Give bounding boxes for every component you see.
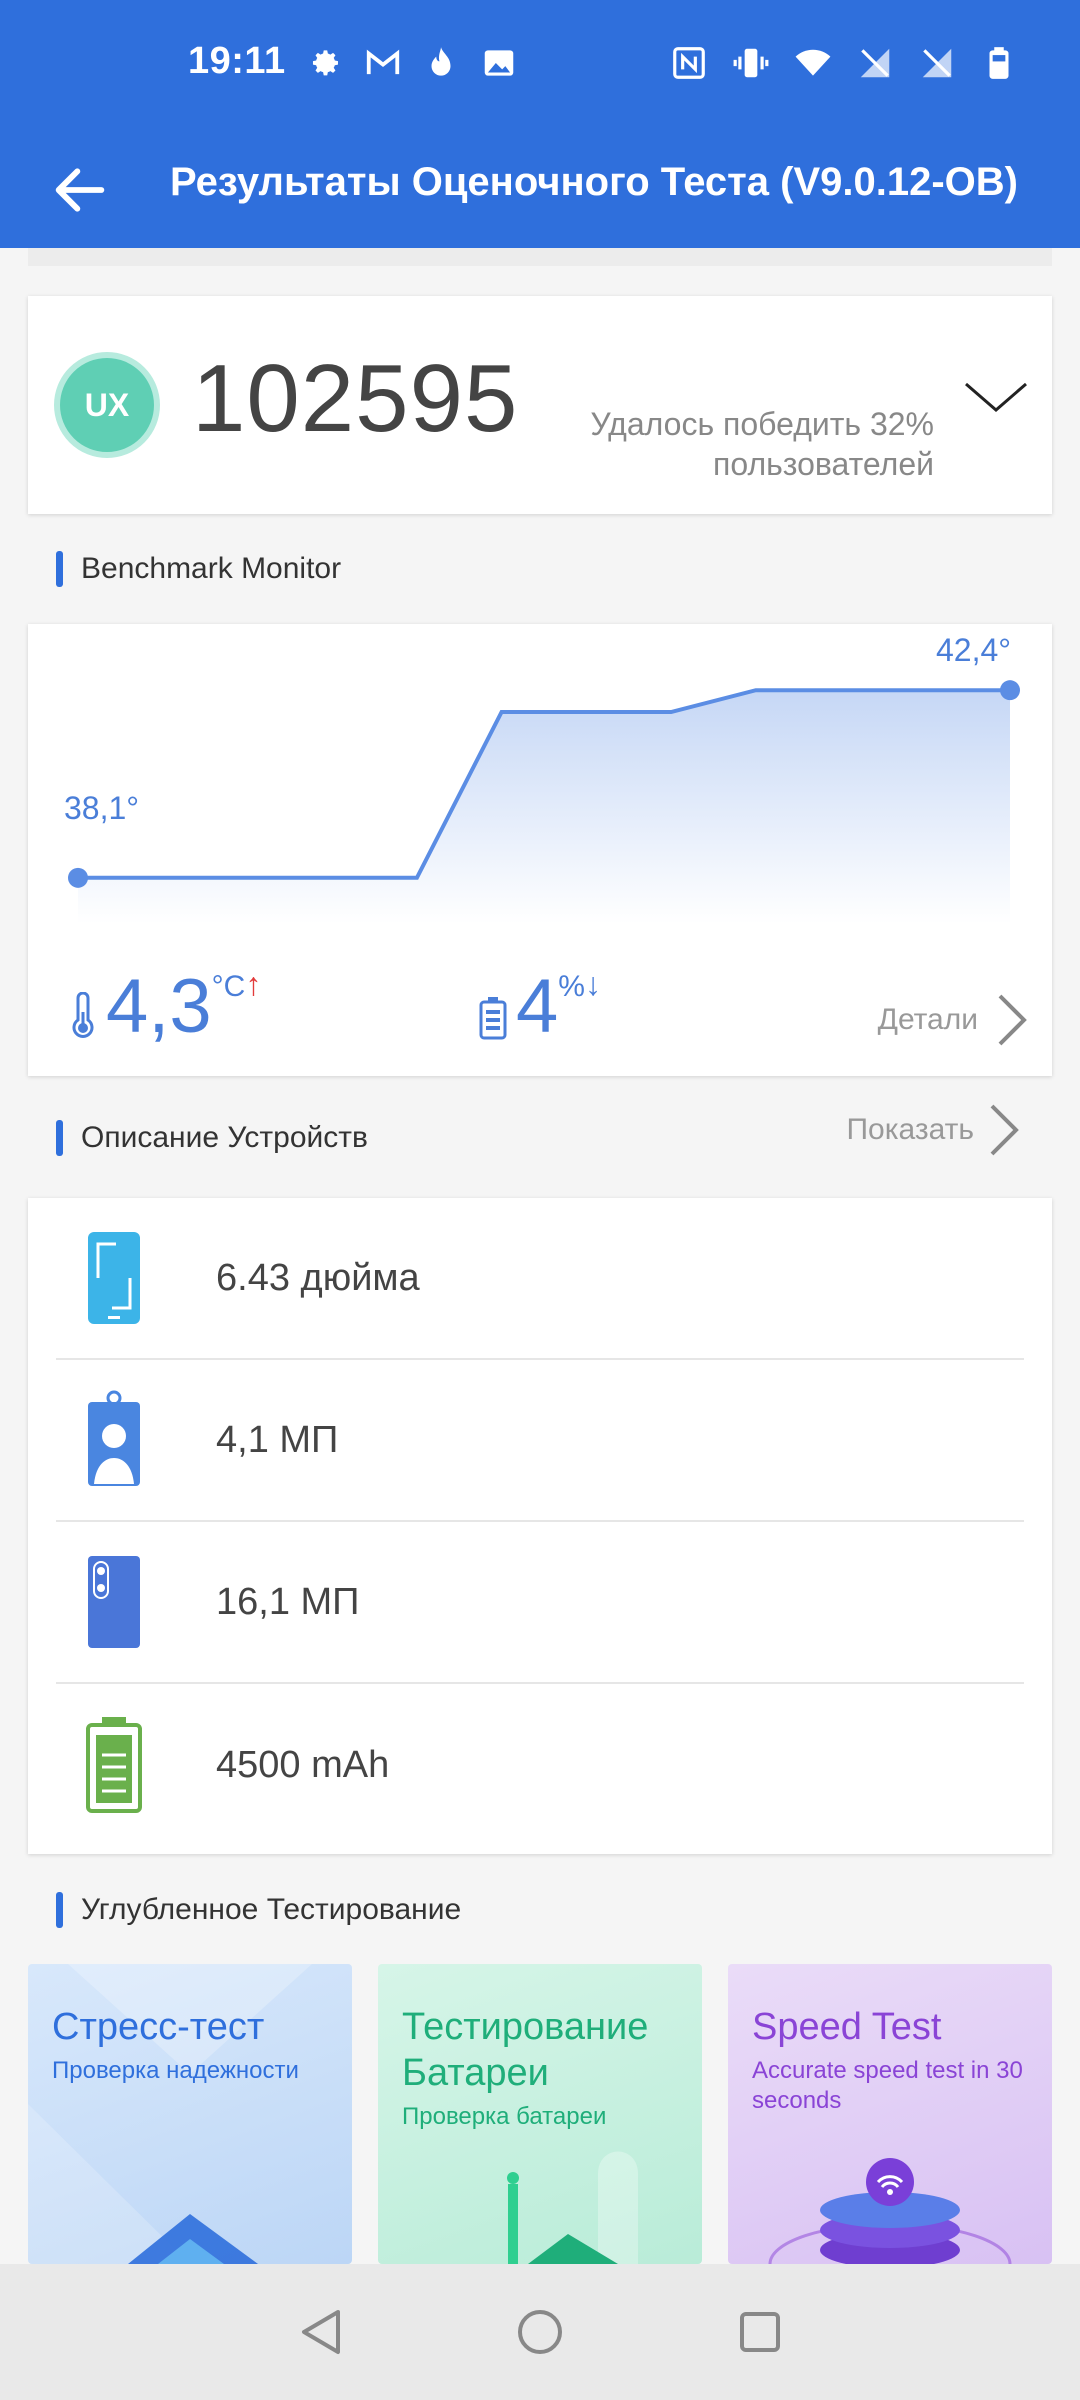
card-subtitle: Проверка надежности: [52, 2057, 299, 2084]
nfc-icon: [670, 44, 708, 82]
show-label: Показать: [846, 1113, 974, 1146]
spec-row-battery: 4500 mAh: [56, 1684, 1024, 1846]
settings-icon: [306, 44, 344, 82]
battery-icon: [980, 44, 1018, 82]
chevron-down-icon[interactable]: [962, 374, 1030, 422]
card-title: Стресс-тест: [52, 2006, 265, 2048]
nav-recents-icon[interactable]: [728, 2300, 792, 2364]
deep-testing-cards: Стресс-тест Проверка надежности Тестиров…: [28, 1964, 1052, 2264]
temp-unit: °C: [211, 970, 246, 1003]
ux-badge: UX: [54, 352, 160, 458]
device-spec-card: 6.43 дюйма 4,1 МП 16,1 МП 4500 mAh: [28, 1198, 1052, 1854]
gmail-icon: [364, 44, 402, 82]
rear-camera-icon: [84, 1552, 144, 1652]
spec-value: 4,1 МП: [216, 1418, 339, 1461]
app-bar: Результаты Оценочного Теста (V9.0.12-OB): [0, 140, 1080, 248]
temperature-start-point: [68, 867, 88, 888]
spec-value: 4500 mAh: [216, 1743, 390, 1786]
temperature-end-point: [1000, 680, 1020, 701]
arrow-down-icon: ↓: [584, 966, 601, 1002]
spec-row-rear-camera: 16,1 МП: [56, 1522, 1024, 1684]
deep-testing-header: Углубленное Тестирование: [56, 1890, 461, 1930]
phone-screen-icon: [84, 1228, 144, 1328]
image-icon: [480, 44, 518, 82]
back-arrow-icon[interactable]: [48, 158, 112, 222]
details-label: Детали: [877, 1003, 978, 1036]
no-signal-icon: [856, 44, 894, 82]
top-bar: 19:11 Результаты Оценочного Теста (V9.0.…: [0, 0, 1080, 248]
nav-back-icon[interactable]: [290, 2300, 354, 2364]
spec-value: 16,1 МП: [216, 1580, 360, 1623]
score-beat-text: Удалось победить 32% пользователей: [590, 406, 934, 482]
top-divider: [28, 248, 1052, 266]
battery-test-card[interactable]: Тестирование Батареи Проверка батареи: [378, 1964, 702, 2264]
show-device-link[interactable]: Показать: [846, 1104, 1024, 1156]
card-subtitle: Accurate speed test in 30 seconds: [752, 2057, 1023, 2114]
vibrate-icon: [732, 44, 770, 82]
section-marker: [56, 1892, 63, 1928]
status-right-icons: [670, 44, 1018, 82]
card-title: Speed Test: [752, 2006, 942, 2048]
temp-start-label: 38,1°: [64, 790, 140, 826]
temperature-area: [78, 690, 1010, 924]
status-left-icons: [306, 44, 518, 82]
section-marker: [56, 1120, 63, 1156]
details-link[interactable]: Детали: [878, 992, 1032, 1048]
status-time: 19:11: [188, 40, 286, 82]
section-marker: [56, 551, 63, 587]
battery-delta-value: 4: [516, 964, 559, 1049]
speed-test-card[interactable]: Speed Test Accurate speed test in 30 sec…: [728, 1964, 1052, 2264]
temp-delta-value: 4,3: [106, 964, 212, 1049]
front-camera-icon: [84, 1390, 144, 1490]
battery-stat: 4 % ↓: [478, 962, 601, 1052]
no-signal-icon: [918, 44, 956, 82]
temperature-chart: [68, 680, 1020, 924]
battery-level-icon: [479, 997, 507, 1040]
chevron-right-icon: [990, 1104, 1019, 1156]
temperature-stat: 4,3 °C ↑: [66, 962, 261, 1052]
benchmark-monitor-card: 38,1° 42,4° 4,3 °C ↑ 4 % ↓ Детали: [28, 624, 1052, 1076]
device-description-title: Описание Устройств: [81, 1121, 368, 1154]
page-title: Результаты Оценочного Теста (V9.0.12-OB): [170, 160, 1018, 204]
benchmark-monitor-header: Benchmark Monitor: [56, 549, 341, 589]
score-value: 102595: [192, 345, 519, 452]
device-description-header: Описание Устройств: [56, 1118, 368, 1158]
stress-test-card[interactable]: Стресс-тест Проверка надежности: [28, 1964, 352, 2264]
chevron-right-icon: [998, 994, 1027, 1046]
spec-value: 6.43 дюйма: [216, 1256, 420, 1299]
spec-row-screen: 6.43 дюйма: [56, 1198, 1024, 1360]
card-subtitle: Проверка батареи: [402, 2103, 607, 2130]
score-card[interactable]: UX 102595 Удалось победить 32% пользоват…: [28, 296, 1052, 514]
deep-testing-title: Углубленное Тестирование: [81, 1893, 462, 1926]
thermometer-icon: [72, 992, 94, 1038]
system-nav-bar: [0, 2264, 1080, 2400]
status-bar: 19:11: [0, 0, 1080, 130]
battery-capacity-icon: [84, 1715, 144, 1815]
benchmark-monitor-title: Benchmark Monitor: [81, 552, 342, 585]
spec-row-front-camera: 4,1 МП: [56, 1360, 1024, 1522]
battery-unit: %: [558, 970, 585, 1003]
flame-icon: [422, 44, 460, 82]
arrow-up-icon: ↑: [245, 966, 262, 1002]
card-title: Тестирование Батареи: [402, 2006, 649, 2094]
temp-end-label: 42,4°: [936, 632, 1012, 668]
wifi-icon: [794, 44, 832, 82]
nav-home-icon[interactable]: [508, 2300, 572, 2364]
